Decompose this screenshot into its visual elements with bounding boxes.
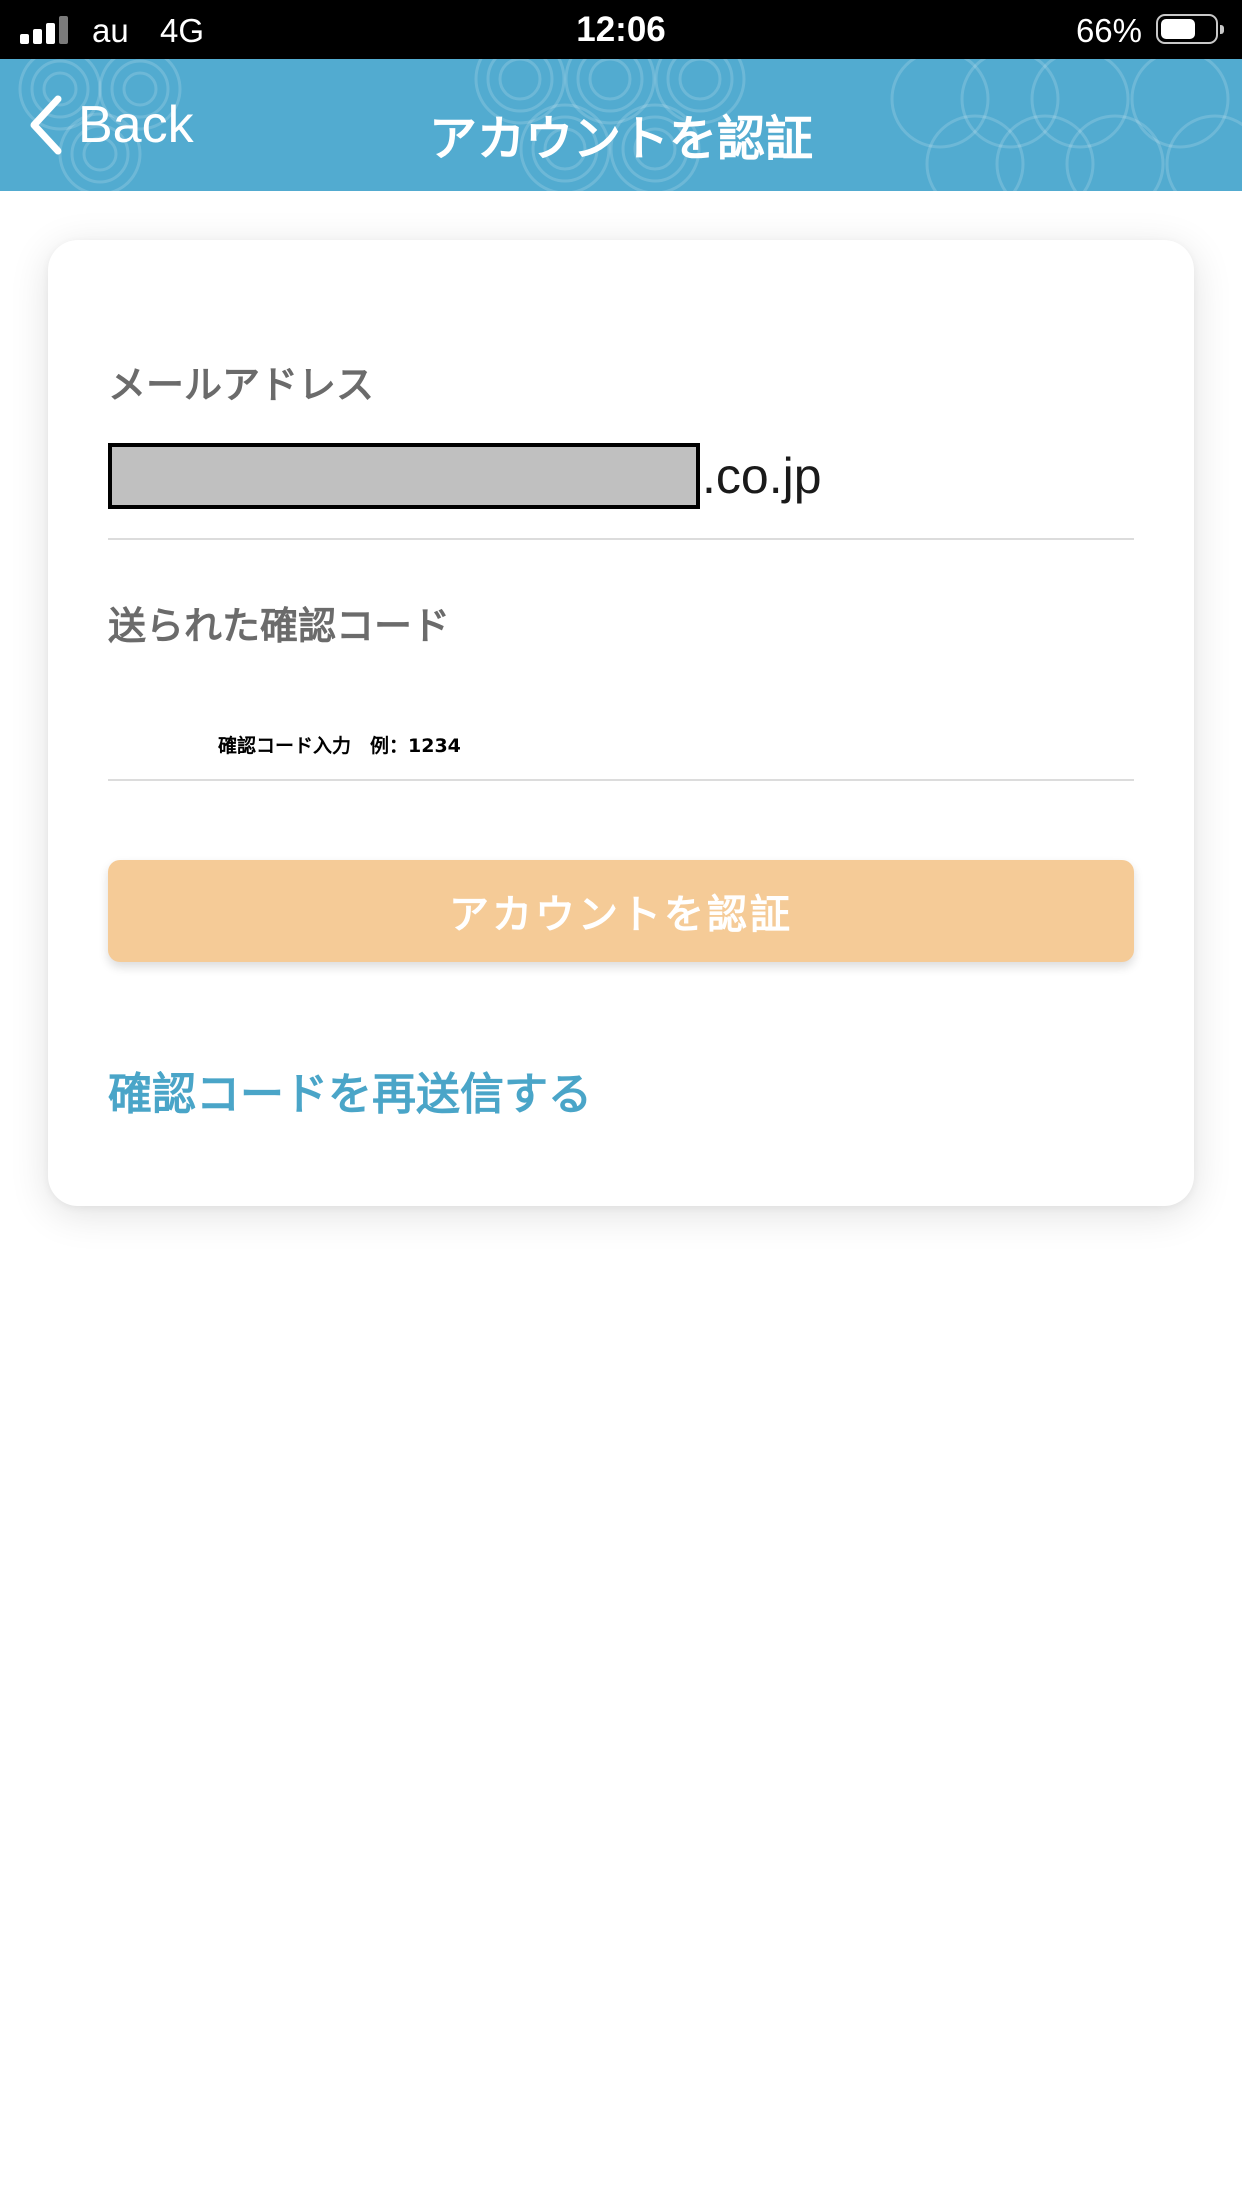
verification-card: メールアドレス .co.jp 送られた確認コード アカウントを認証 確認コードを…: [48, 240, 1194, 1206]
email-suffix: .co.jp: [702, 448, 822, 504]
email-label: メールアドレス: [108, 363, 375, 407]
divider: [108, 779, 1134, 781]
redacted-email-block: [108, 443, 700, 509]
navigation-bar: Back アカウントを認証: [0, 59, 1242, 191]
status-time: 12:06: [576, 10, 666, 49]
status-bar: au 4G 12:06 66%: [0, 0, 1242, 59]
battery-icon: [1156, 14, 1224, 44]
email-value: .co.jp: [108, 442, 822, 510]
verification-code-input[interactable]: [108, 718, 1134, 774]
code-label: 送られた確認コード: [108, 604, 451, 648]
divider: [108, 538, 1134, 540]
page-title: アカウントを認証: [428, 111, 813, 167]
verify-account-button[interactable]: アカウントを認証: [108, 860, 1134, 962]
resend-code-link[interactable]: 確認コードを再送信する: [108, 1058, 592, 1122]
battery-percent: 66%: [1075, 12, 1142, 49]
